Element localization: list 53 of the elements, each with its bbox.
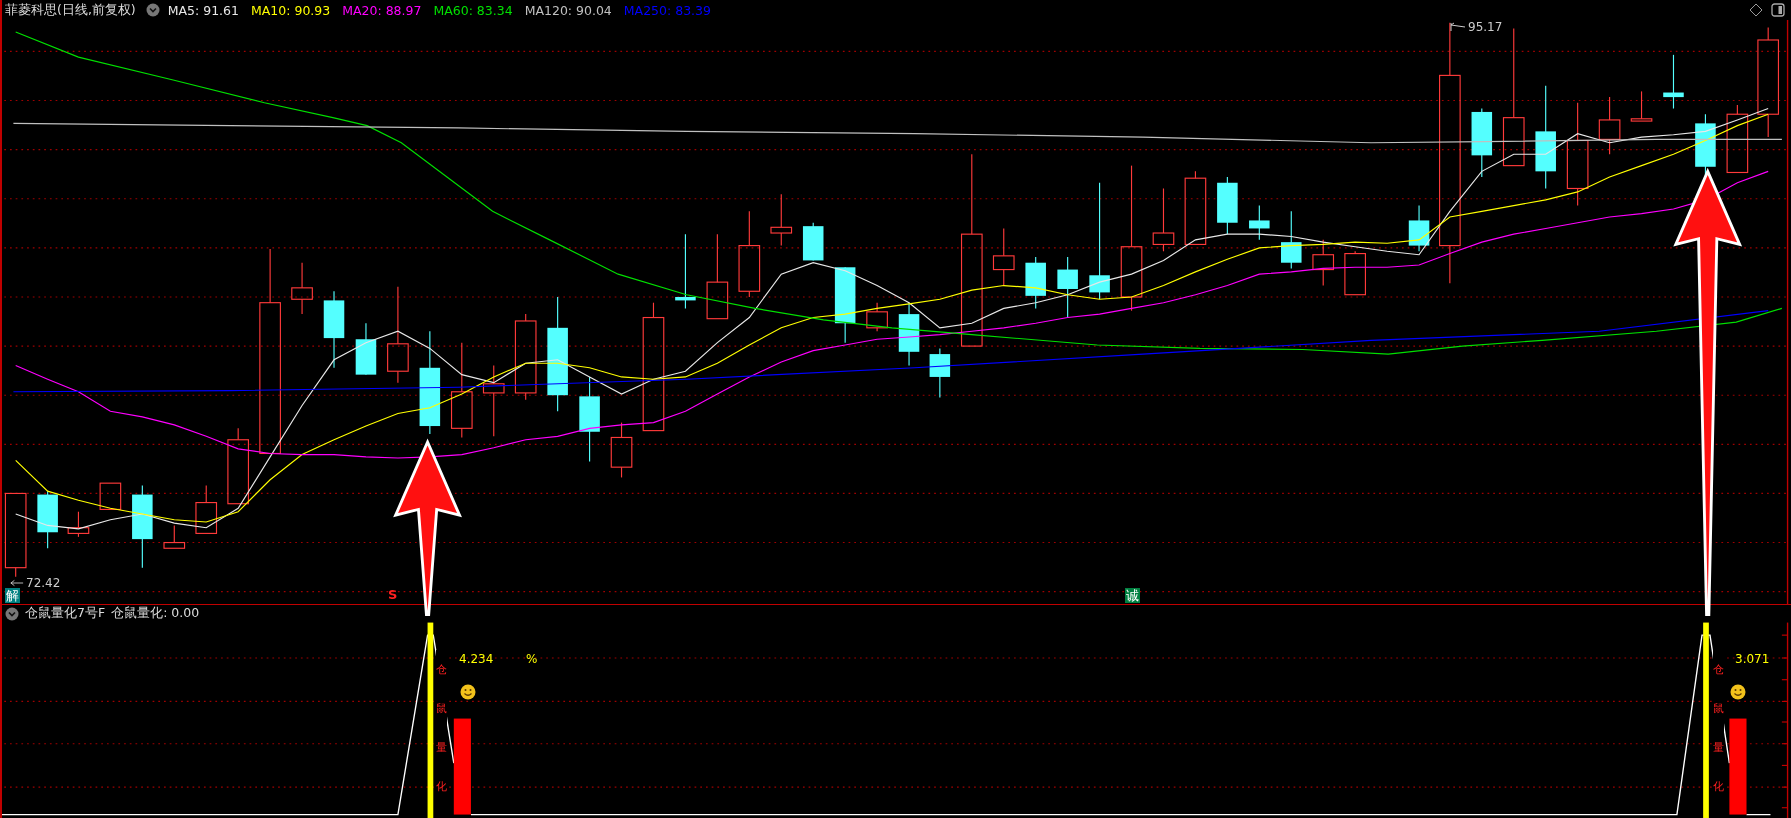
signal-badge: 诚 xyxy=(1125,588,1140,603)
candlestick xyxy=(195,484,218,534)
candlestick xyxy=(610,422,633,478)
indicator-value: 4.234 xyxy=(459,652,494,666)
moving-average-label: MA120: 90.04 xyxy=(524,2,612,18)
indicator-reading: 仓鼠量化: 0.00 xyxy=(111,605,200,622)
candlestick xyxy=(1471,107,1493,178)
signal-mark: S xyxy=(388,587,398,602)
candlestick xyxy=(802,222,824,261)
moving-average-label: MA10: 90.93 xyxy=(251,2,331,18)
indicator-value: 3.071 xyxy=(1735,652,1770,666)
candlestick xyxy=(1057,256,1078,319)
smiley-icon xyxy=(460,684,476,700)
indicator-name: 仓鼠量化7号F xyxy=(25,605,106,622)
candlestick xyxy=(37,490,58,549)
dropdown-icon[interactable] xyxy=(5,606,19,621)
candlestick xyxy=(1726,104,1749,174)
candlestick xyxy=(1281,210,1302,269)
moving-average-label: MA60: 83.34 xyxy=(433,2,513,18)
candlestick xyxy=(898,302,920,367)
dropdown-icon[interactable] xyxy=(145,3,160,17)
price-label: 95.17 xyxy=(1468,20,1503,34)
candlestick xyxy=(1630,90,1653,122)
candlestick xyxy=(1025,256,1046,309)
candlestick xyxy=(770,193,793,247)
leader-line xyxy=(10,578,24,588)
candlestick xyxy=(929,347,951,399)
candlestick xyxy=(1217,176,1238,235)
moving-average-label: MA20: 88.97 xyxy=(342,2,422,18)
candlestick xyxy=(992,227,1015,287)
diamond-icon[interactable] xyxy=(1749,3,1763,17)
moving-average-label: MA250: 83.39 xyxy=(623,2,711,18)
smiley-icon xyxy=(1730,684,1746,700)
candlestick xyxy=(291,262,313,315)
candlestick xyxy=(1663,54,1684,110)
candlestick xyxy=(1152,187,1175,252)
candlestick xyxy=(1312,239,1335,287)
candlestick xyxy=(99,482,122,510)
price-label: 72.42 xyxy=(26,576,61,590)
candlestick xyxy=(163,524,186,549)
moving-average-label: MA5: 91.61 xyxy=(167,2,239,18)
panel-toggle-icon[interactable] xyxy=(1771,3,1785,17)
signal-badge: 解 xyxy=(5,588,20,603)
candlestick xyxy=(1249,205,1270,241)
percent-sign: % xyxy=(526,652,538,666)
candlestick xyxy=(1598,96,1621,155)
candlestick xyxy=(866,302,888,332)
leader-line xyxy=(1450,22,1466,32)
candlestick xyxy=(1408,205,1430,252)
candlestick xyxy=(355,322,377,376)
stock-title: 菲菱科思(日线,前复权) xyxy=(5,1,136,19)
candlestick xyxy=(1344,250,1366,296)
candlestick xyxy=(67,511,90,538)
